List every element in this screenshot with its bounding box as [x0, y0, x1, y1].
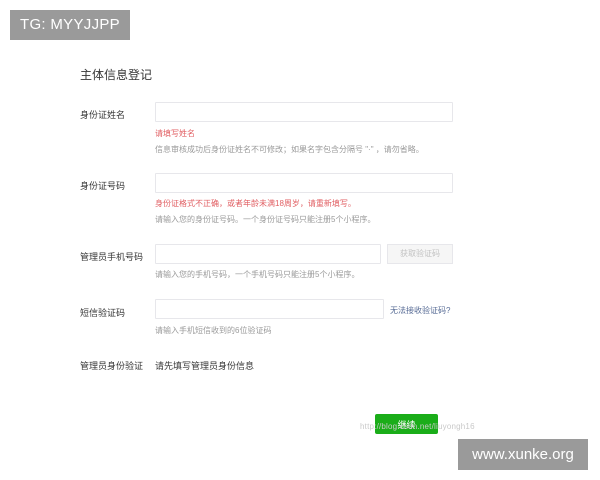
phone-input[interactable]: [155, 244, 381, 264]
id-number-hint: 请输入您的身份证号码。一个身份证号码只能注册5个小程序。: [155, 215, 376, 224]
id-number-input[interactable]: [155, 173, 453, 193]
phone-hint: 请输入您的手机号码，一个手机号码只能注册5个小程序。: [155, 270, 360, 279]
name-hint: 信息审核成功后身份证姓名不可修改；如果名字包含分隔号 "·" ，请勿省略。: [155, 145, 424, 154]
page-title: 主体信息登记: [80, 68, 153, 82]
name-error: 请填写姓名: [155, 129, 195, 138]
identity-verify-label: 管理员身份验证: [80, 361, 144, 371]
watermark-url: http://blog.csdn.net/liuyongh16: [360, 422, 475, 431]
sms-code-input[interactable]: [155, 299, 384, 319]
id-number-error: 身份证格式不正确，或者年龄未满18周岁，请重新填写。: [155, 199, 356, 208]
identity-verify-value: 请先填写管理员身份信息: [155, 361, 255, 371]
watermark-top-left: TG: MYYJJPP: [10, 10, 130, 40]
get-code-button[interactable]: 获取验证码: [387, 244, 453, 264]
sms-code-hint: 请输入手机短信收到的6位验证码: [155, 326, 272, 335]
watermark-bottom-right: www.xunke.org: [458, 439, 588, 470]
id-number-label: 身份证号码: [80, 181, 126, 191]
phone-label: 管理员手机号码: [80, 252, 144, 262]
name-input[interactable]: [155, 102, 453, 122]
sms-code-label: 短信验证码: [80, 308, 126, 318]
cannot-receive-code-link[interactable]: 无法接收验证码?: [390, 305, 450, 316]
name-label: 身份证姓名: [80, 110, 126, 120]
